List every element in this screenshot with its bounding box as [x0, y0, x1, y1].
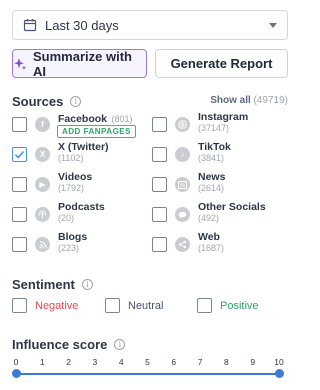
scale-tick-label: 6 — [171, 357, 177, 367]
info-icon[interactable]: i — [81, 279, 93, 290]
date-range-select[interactable]: Last 30 days — [12, 10, 288, 40]
generate-report-button[interactable]: Generate Report — [155, 49, 288, 78]
info-icon[interactable]: i — [114, 339, 126, 350]
sentiment-negative[interactable]: Negative — [12, 298, 78, 313]
source-count: (3841) — [198, 153, 225, 163]
source-checkbox[interactable] — [152, 207, 167, 222]
sentiment-checkbox[interactable] — [12, 298, 27, 313]
scale-tick-label: 1 — [39, 357, 45, 367]
sentiment-checkbox[interactable] — [105, 298, 120, 313]
scale-tick-label: 9 — [250, 357, 256, 367]
sentiment-title: Sentiment i — [12, 277, 93, 292]
sentiment-negative-label: Negative — [35, 299, 79, 312]
scale-tick-label: 3 — [92, 357, 98, 367]
source-count: (223) — [58, 243, 80, 253]
calendar-icon — [23, 18, 37, 32]
sentiment-neutral-label: Neutral — [128, 299, 164, 312]
info-icon[interactable]: i — [70, 96, 82, 107]
generate-report-label: Generate Report — [170, 56, 273, 71]
source-checkbox[interactable] — [12, 117, 27, 132]
influence-slider-track[interactable] — [16, 373, 279, 375]
check-icon — [14, 150, 25, 159]
sentiment-positive[interactable]: Positive — [197, 298, 259, 313]
source-x-twitter[interactable]: X X (Twitter) (1102) — [12, 142, 109, 170]
source-news[interactable]: News (2614) — [152, 172, 225, 200]
source-name: Podcasts — [58, 201, 105, 213]
show-all-label: Show all — [210, 95, 251, 106]
source-tiktok[interactable]: ♪ TikTok (3841) — [152, 142, 231, 170]
scale-tick-label: 5 — [145, 357, 150, 367]
source-count: (492) — [198, 213, 220, 223]
chat-icon — [175, 207, 190, 222]
add-fanpages-button[interactable]: ADD FANPAGES — [57, 125, 136, 138]
influence-title-text: Influence score — [12, 337, 108, 352]
influence-slider-min-handle[interactable] — [12, 369, 21, 378]
show-all-count: (49719) — [253, 95, 288, 106]
source-name: TikTok — [198, 141, 231, 153]
source-count: (2614) — [198, 183, 225, 193]
scale-tick-label: 8 — [224, 357, 229, 367]
source-name: Instagram — [198, 111, 249, 123]
scale-tick-label: 4 — [118, 357, 124, 367]
source-count: (1102) — [58, 153, 84, 163]
source-checkbox[interactable] — [152, 117, 167, 132]
source-checkbox[interactable] — [12, 177, 27, 192]
source-name: Blogs — [58, 231, 88, 243]
summarize-ai-label: Summarize with AI — [33, 48, 132, 79]
source-checkbox-checked[interactable] — [12, 147, 27, 162]
source-blogs[interactable]: Blogs (223) — [12, 232, 87, 260]
sparkle-icon — [13, 57, 27, 71]
source-checkbox[interactable] — [12, 207, 27, 222]
chevron-down-icon — [269, 22, 277, 28]
scale-tick-label: 7 — [197, 357, 203, 367]
source-name: News — [198, 171, 226, 183]
source-name: Other Socials — [198, 201, 266, 213]
summarize-ai-button[interactable]: Summarize with AI — [12, 48, 147, 79]
source-name: Videos — [58, 171, 93, 183]
source-checkbox[interactable] — [12, 237, 27, 252]
source-checkbox[interactable] — [152, 237, 167, 252]
x-icon: X — [35, 147, 50, 162]
sentiment-checkbox[interactable] — [197, 298, 212, 313]
sources-title: Sources i — [12, 94, 82, 109]
influence-slider-max-handle[interactable] — [275, 369, 284, 378]
source-checkbox[interactable] — [152, 147, 167, 162]
show-all-link[interactable]: Show all (49719) — [210, 95, 288, 106]
source-web[interactable]: Web (1687) — [152, 232, 224, 260]
source-podcasts[interactable]: Podcasts (20) — [12, 202, 105, 230]
sentiment-positive-label: Positive — [220, 299, 259, 312]
source-count: (801) — [111, 114, 133, 124]
date-range-value: Last 30 days — [45, 17, 119, 33]
share-icon — [175, 237, 190, 252]
source-name: Web — [198, 231, 220, 243]
scale-tick-label: 10 — [274, 357, 284, 367]
tiktok-icon: ♪ — [175, 147, 190, 162]
source-count: (37147) — [198, 123, 230, 133]
source-videos[interactable]: ▶ Videos (1792) — [12, 172, 92, 200]
news-icon — [175, 177, 190, 192]
source-name: Facebook — [58, 113, 108, 125]
source-checkbox[interactable] — [152, 177, 167, 192]
source-instagram[interactable]: Instagram (37147) — [152, 112, 248, 140]
podcast-icon — [35, 207, 50, 222]
instagram-icon — [175, 117, 190, 132]
scale-tick-label: 0 — [13, 357, 19, 367]
sentiment-neutral[interactable]: Neutral — [105, 298, 163, 313]
scale-tick-label: 2 — [66, 357, 71, 367]
source-name: X (Twitter) — [58, 141, 109, 153]
source-count: (1687) — [198, 243, 225, 253]
rss-icon — [35, 237, 50, 252]
sources-title-text: Sources — [12, 94, 64, 109]
facebook-icon: f — [35, 117, 50, 132]
source-count: (20) — [58, 213, 75, 223]
source-other-socials[interactable]: Other Socials (492) — [152, 202, 266, 230]
sentiment-title-text: Sentiment — [12, 277, 75, 292]
play-icon: ▶ — [35, 177, 50, 192]
source-count: (1792) — [58, 183, 85, 193]
influence-title: Influence score i — [12, 337, 126, 352]
